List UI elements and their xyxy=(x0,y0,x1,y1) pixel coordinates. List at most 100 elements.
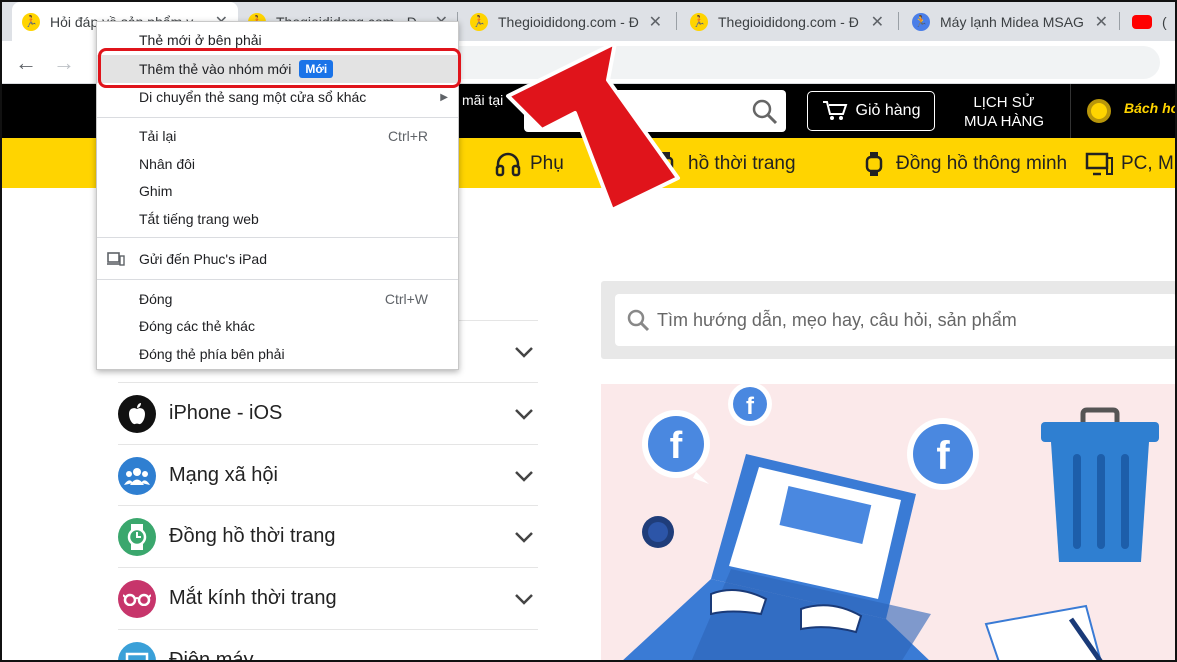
menu-item-label: Gửi đến Phuc's iPad xyxy=(139,251,268,267)
apple-icon xyxy=(118,394,156,433)
topic-label: Mắt kính thời trang xyxy=(169,587,337,609)
tab-title: (8 xyxy=(1162,13,1167,30)
menu-item-duplicate[interactable]: Nhân đôi xyxy=(97,150,458,178)
menu-divider xyxy=(97,279,458,280)
category-label: hồ thời trang xyxy=(688,153,796,174)
search-icon xyxy=(752,99,778,125)
chevron-down-icon xyxy=(515,346,533,358)
svg-text:f: f xyxy=(936,434,950,478)
highlight-box xyxy=(98,48,461,88)
menu-item-shortcut: Ctrl+W xyxy=(384,291,428,307)
browser-tab[interactable]: 🏃 Thegioididong.com - Đ ✕ xyxy=(680,2,894,41)
menu-item-label: Đóng xyxy=(139,291,173,307)
tab-title: Thegioididong.com - Đ xyxy=(718,13,859,30)
tab-divider xyxy=(1119,12,1120,30)
tgdd-icon: 🏃 xyxy=(22,12,40,31)
tgdd-icon: 🏃 xyxy=(470,12,488,31)
menu-item-label: Đóng thẻ phía bên phải xyxy=(139,346,285,362)
device-icon xyxy=(107,252,125,266)
topic-label: Mạng xã hội xyxy=(169,464,278,486)
list-item[interactable]: Mạng xã hội xyxy=(118,444,538,506)
close-icon[interactable]: ✕ xyxy=(1095,12,1108,32)
browser-tab[interactable]: 🏃 Thegioididong.com - Đ ✕ xyxy=(460,2,672,41)
facebook-icon: f xyxy=(728,384,772,426)
menu-item-close[interactable]: Đóng Ctrl+W xyxy=(97,285,458,313)
list-item[interactable]: iPhone - iOS xyxy=(118,382,538,444)
chevron-down-icon xyxy=(515,408,533,420)
purchase-history-link[interactable]: LỊCH SỬ MUA HÀNG xyxy=(952,93,1056,131)
category-label: Đồng hồ thông minh xyxy=(896,153,1068,174)
tab-divider xyxy=(676,12,677,30)
social-media-illustration: f f f xyxy=(621,384,1159,662)
menu-item-label: Ghim xyxy=(139,183,173,199)
history-line1: LỊCH SỬ xyxy=(973,94,1035,111)
glasses-icon xyxy=(118,579,156,618)
menu-item-close-other-tabs[interactable]: Đóng các thẻ khác xyxy=(97,312,458,340)
list-item[interactable]: Mắt kính thời trang xyxy=(118,567,538,629)
cart-button[interactable]: Giỏ hàng xyxy=(807,91,935,131)
smartwatch-icon xyxy=(865,152,883,176)
menu-item-pin[interactable]: Ghim xyxy=(97,177,458,205)
watch-icon xyxy=(118,517,156,556)
help-search-box: Tìm hướng dẫn, mẹo hay, câu hỏi, sản phẩ… xyxy=(601,281,1177,359)
menu-item-mute-site[interactable]: Tắt tiếng trang web xyxy=(97,205,458,233)
chevron-down-icon xyxy=(515,593,533,605)
tgdd-icon: 🏃 xyxy=(690,12,708,31)
chevron-down-icon xyxy=(515,531,533,543)
pc-icon xyxy=(1085,152,1113,176)
topic-label: Đồng hồ thời trang xyxy=(169,525,336,547)
close-icon[interactable]: ✕ xyxy=(871,12,884,32)
bachhoa-link[interactable]: Bách hóa xyxy=(1124,100,1177,116)
tv-icon xyxy=(118,641,156,662)
menu-item-label: Tải lại xyxy=(139,128,177,144)
forward-arrow-icon[interactable]: → xyxy=(50,49,78,77)
list-item[interactable]: Đồng hồ thời trang xyxy=(118,505,538,567)
facebook-icon: f xyxy=(642,410,710,484)
cart-icon xyxy=(822,101,847,120)
menu-item-close-tabs-right[interactable]: Đóng thẻ phía bên phải xyxy=(97,340,458,368)
youtube-icon xyxy=(1132,14,1152,29)
history-line2: MUA HÀNG xyxy=(963,113,1044,130)
search-icon xyxy=(627,309,650,332)
promo-text: mãi tại xyxy=(462,92,504,108)
menu-item-label: Di chuyển thẻ sang một cửa sổ khác xyxy=(139,89,367,105)
browser-tab[interactable]: (8 xyxy=(1122,2,1177,41)
topic-label: iPhone - iOS xyxy=(169,402,283,424)
tab-title: Thegioididong.com - Đ xyxy=(498,13,639,30)
menu-item-label: Nhân đôi xyxy=(139,156,196,172)
menu-item-label: Thẻ mới ở bên phải xyxy=(139,32,262,48)
laptop-icon xyxy=(621,454,931,662)
category-item-pc[interactable]: PC, M xyxy=(1085,150,1174,178)
pointer-arrow-icon xyxy=(506,41,680,212)
bachhoa-icon xyxy=(1087,99,1111,123)
close-icon[interactable]: ✕ xyxy=(649,12,662,32)
msag-icon: 🏃 xyxy=(912,12,930,31)
cart-label: Giỏ hàng xyxy=(855,102,921,119)
menu-item-label: Tắt tiếng trang web xyxy=(139,211,259,227)
facebook-icon: f xyxy=(907,418,979,490)
help-search-input[interactable]: Tìm hướng dẫn, mẹo hay, câu hỏi, sản phẩ… xyxy=(615,294,1177,346)
chevron-down-icon xyxy=(515,470,533,482)
svg-text:f: f xyxy=(670,425,683,467)
search-placeholder: Tìm hướng dẫn, mẹo hay, câu hỏi, sản phẩ… xyxy=(657,309,1017,330)
menu-item-label: Đóng các thẻ khác xyxy=(139,318,255,334)
trash-bin-icon xyxy=(1041,407,1159,562)
list-item[interactable]: Điện máy xyxy=(118,629,538,662)
menu-divider xyxy=(97,117,458,118)
browser-tab[interactable]: 🏃 Máy lạnh Midea MSAG ✕ xyxy=(902,2,1118,41)
divider xyxy=(1070,84,1071,138)
menu-divider xyxy=(97,237,458,238)
category-item-smartwatch[interactable]: Đồng hồ thông minh xyxy=(860,150,1067,178)
svg-text:f: f xyxy=(746,393,755,420)
category-label: PC, M xyxy=(1121,153,1174,174)
tab-divider xyxy=(898,12,899,30)
menu-item-shortcut: Ctrl+R xyxy=(387,128,428,144)
people-icon xyxy=(118,456,156,495)
topic-label: Điện máy xyxy=(169,649,254,662)
menu-item-send-to-device[interactable]: Gửi đến Phuc's iPad xyxy=(97,245,458,273)
banner-illustration: f f f xyxy=(601,384,1177,662)
back-arrow-icon[interactable]: ← xyxy=(12,49,40,77)
submenu-arrow-icon: ▶ xyxy=(440,91,448,103)
menu-item-reload[interactable]: Tải lại Ctrl+R xyxy=(97,122,458,150)
tab-title: Máy lạnh Midea MSAG xyxy=(940,13,1084,30)
